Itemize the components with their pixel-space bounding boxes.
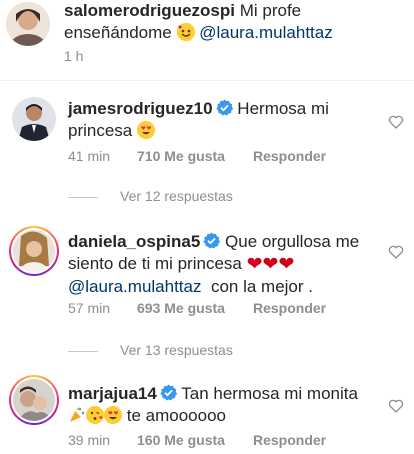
comment-text: Tan hermosa mi monita bbox=[181, 384, 358, 403]
reply-button[interactable]: Responder bbox=[253, 300, 326, 316]
reply-button[interactable]: Responder bbox=[253, 432, 326, 448]
avatar-frame bbox=[11, 228, 57, 274]
comment-text-end: con la mejor . bbox=[210, 277, 313, 296]
comment-time: 41 min bbox=[68, 148, 111, 164]
kissing-heart-emoji bbox=[86, 406, 104, 424]
likes-count[interactable]: 710 Me gusta bbox=[137, 148, 225, 164]
avatar-frame bbox=[11, 377, 57, 423]
divider bbox=[0, 80, 414, 81]
red-heart-emoji: ❤ bbox=[262, 254, 279, 275]
reply-button[interactable]: Responder bbox=[253, 148, 326, 164]
avatar[interactable] bbox=[13, 230, 55, 272]
like-heart-icon[interactable] bbox=[388, 244, 404, 260]
comment-text-end: te amoooooo bbox=[126, 406, 226, 425]
comment-username[interactable]: jamesrodriguez10 bbox=[68, 99, 213, 118]
like-heart-icon[interactable] bbox=[388, 114, 404, 130]
verified-badge-icon bbox=[203, 232, 221, 249]
comment-time: 1 h bbox=[64, 48, 84, 64]
red-heart-emoji: ❤ bbox=[246, 254, 263, 275]
comment-body: salomerodriguezospi Mi profe enseñándome… bbox=[64, 0, 394, 44]
likes-count[interactable]: 160 Me gusta bbox=[137, 432, 225, 448]
avatar[interactable] bbox=[6, 2, 50, 46]
replies-line bbox=[68, 351, 98, 352]
view-replies-button[interactable]: Ver 12 respuestas bbox=[120, 188, 233, 204]
comment-username[interactable]: daniela_ospina5 bbox=[68, 232, 200, 251]
story-ring[interactable] bbox=[9, 226, 59, 276]
comment-username[interactable]: marjajua14 bbox=[68, 384, 157, 403]
likes-count-text[interactable]: 160 Me gusta bbox=[137, 432, 225, 448]
reply-button-label[interactable]: Responder bbox=[253, 432, 326, 448]
likes-count-text[interactable]: 693 Me gusta bbox=[137, 300, 225, 316]
reply-button-label[interactable]: Responder bbox=[253, 300, 326, 316]
view-replies-button[interactable]: Ver 13 respuestas bbox=[120, 342, 233, 358]
comment-body: daniela_ospina5 Que orgullosa me siento … bbox=[68, 231, 378, 298]
mention-link[interactable]: @laura.mulahttaz bbox=[68, 277, 202, 296]
story-ring[interactable] bbox=[9, 375, 59, 425]
likes-count[interactable]: 693 Me gusta bbox=[137, 300, 225, 316]
comment-body: marjajua14 Tan hermosa mi monita te amoo… bbox=[68, 383, 378, 427]
party-popper-emoji bbox=[68, 406, 86, 424]
like-heart-icon[interactable] bbox=[388, 398, 404, 414]
avatar[interactable] bbox=[13, 379, 55, 421]
comment-username[interactable]: salomerodriguezospi bbox=[64, 1, 235, 20]
heart-eyes-emoji bbox=[104, 406, 122, 424]
mention-link[interactable]: @laura.mulahttaz bbox=[199, 23, 333, 42]
comment-time: 39 min bbox=[68, 432, 111, 448]
avatar[interactable] bbox=[12, 97, 56, 141]
comment-body: jamesrodriguez10 Hermosa mi princesa bbox=[68, 98, 368, 142]
heart-eyes-emoji bbox=[137, 121, 155, 139]
likes-count-text[interactable]: 710 Me gusta bbox=[137, 148, 225, 164]
smiling-face-with-hearts-emoji bbox=[176, 23, 195, 41]
verified-badge-icon bbox=[160, 384, 178, 401]
reply-button-label[interactable]: Responder bbox=[253, 148, 326, 164]
replies-line bbox=[68, 197, 98, 198]
comment-time: 57 min bbox=[68, 300, 111, 316]
verified-badge-icon bbox=[215, 99, 233, 116]
red-heart-emoji: ❤ bbox=[278, 254, 295, 275]
